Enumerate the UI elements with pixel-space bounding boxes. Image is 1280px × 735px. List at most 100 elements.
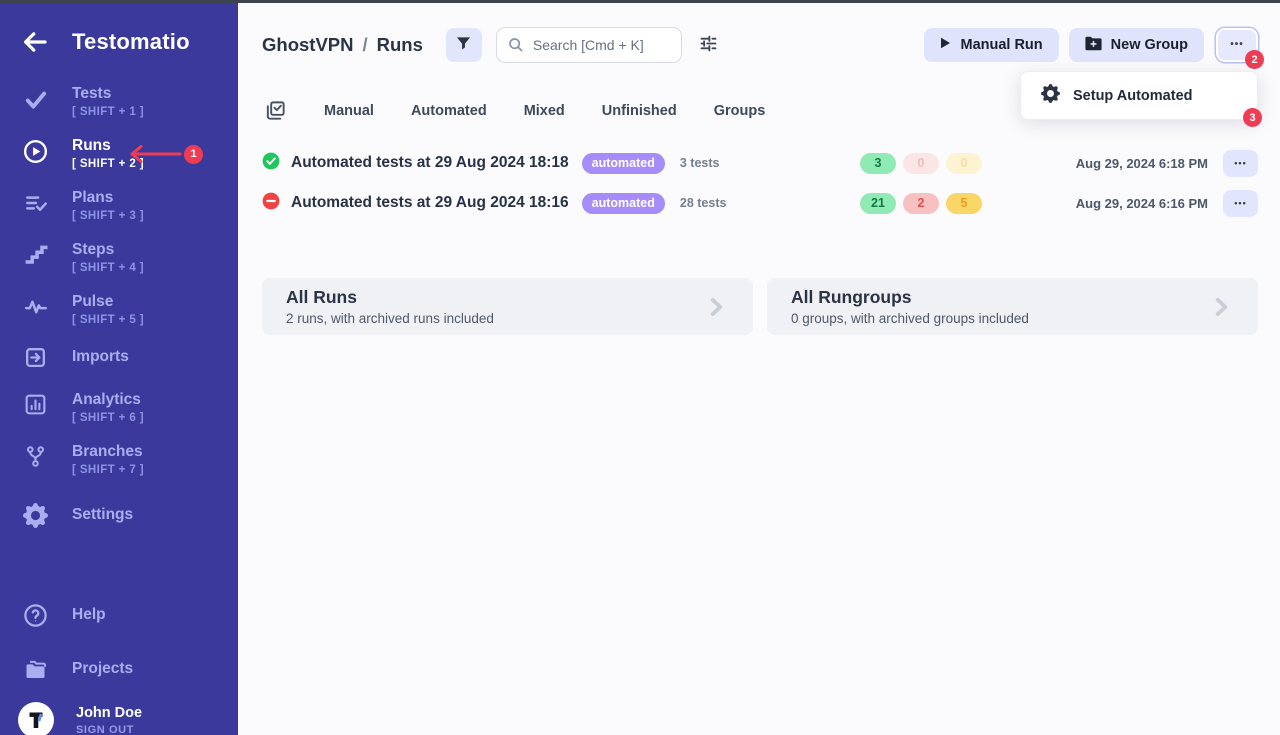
- avatar: [18, 702, 54, 735]
- menu-item-setup-automated[interactable]: Setup Automated: [1073, 88, 1193, 104]
- sidebar-item-steps[interactable]: Steps [ SHIFT + 4 ]: [0, 240, 238, 279]
- card-subtitle: 2 runs, with archived runs included: [286, 311, 494, 326]
- git-branch-icon: [22, 444, 49, 469]
- run-more-button[interactable]: •••: [1223, 150, 1258, 177]
- sidebar-item-branches[interactable]: Branches [ SHIFT + 7 ]: [0, 442, 238, 481]
- sidebar-item-shortcut: [ SHIFT + 5 ]: [72, 314, 144, 326]
- sidebar-item-label: Imports: [72, 347, 129, 367]
- run-row[interactable]: Automated tests at 29 Aug 2024 18:16 aut…: [238, 183, 1280, 223]
- breadcrumb-project[interactable]: GhostVPN: [262, 34, 353, 55]
- annotation-badge-3: 3: [1243, 108, 1262, 127]
- ellipsis-icon: •••: [1234, 198, 1246, 208]
- folder-plus-icon: [1085, 36, 1102, 55]
- red-arrow-icon: [126, 143, 184, 165]
- tab-manual[interactable]: Manual: [324, 103, 374, 119]
- manual-run-button[interactable]: Manual Run: [924, 28, 1058, 62]
- main-content: GhostVPN/Runs Manual Run: [238, 3, 1280, 735]
- sidebar-item-imports[interactable]: Imports: [0, 344, 238, 370]
- play-icon: [940, 37, 951, 53]
- sidebar-item-label: Tests: [72, 84, 144, 104]
- run-more-button[interactable]: •••: [1223, 190, 1258, 217]
- new-group-button[interactable]: New Group: [1069, 28, 1204, 62]
- tab-automated[interactable]: Automated: [411, 103, 487, 119]
- run-title: Automated tests at 29 Aug 2024 18:18: [291, 154, 569, 172]
- sidebar-item-analytics[interactable]: Analytics [ SHIFT + 6 ]: [0, 390, 238, 429]
- new-group-label: New Group: [1111, 37, 1188, 53]
- sidebar-item-help[interactable]: Help: [0, 602, 238, 628]
- search-icon: [507, 36, 524, 53]
- sidebar-item-shortcut: [ SHIFT + 1 ]: [72, 106, 144, 118]
- run-tests-count: 3 tests: [680, 156, 720, 170]
- user-menu[interactable]: John Doe SIGN OUT: [0, 702, 238, 735]
- import-box-icon: [22, 345, 49, 370]
- chevron-right-icon: [703, 292, 729, 322]
- status-failed-icon: [262, 192, 280, 215]
- sign-out-link[interactable]: SIGN OUT: [76, 724, 142, 735]
- sidebar-item-projects[interactable]: Projects: [0, 656, 238, 682]
- folders-icon: [22, 656, 49, 683]
- stairs-icon: [22, 242, 49, 268]
- sidebar-item-label: Steps: [72, 240, 144, 260]
- sidebar-item-shortcut: [ SHIFT + 4 ]: [72, 262, 144, 274]
- more-actions-menu: Setup Automated 3: [1020, 71, 1258, 120]
- stacked-checkbox-icon: [264, 99, 287, 122]
- runs-list: Automated tests at 29 Aug 2024 18:18 aut…: [238, 143, 1280, 223]
- tab-all-runs[interactable]: [264, 99, 287, 122]
- skipped-count-pill: 0: [946, 153, 982, 174]
- sidebar-item-pulse[interactable]: Pulse [ SHIFT + 5 ]: [0, 292, 238, 331]
- failed-count-pill: 2: [903, 193, 939, 214]
- ellipsis-icon: •••: [1230, 39, 1244, 50]
- ellipsis-icon: •••: [1234, 158, 1246, 168]
- passed-count-pill: 21: [860, 193, 896, 214]
- status-passed-icon: [262, 152, 280, 175]
- sidebar-item-tests[interactable]: Tests [ SHIFT + 1 ]: [0, 84, 238, 123]
- breadcrumb-page: Runs: [377, 34, 423, 55]
- annotation-arrow-1: 1: [126, 143, 203, 165]
- sidebar: Testomatio Tests [ SHIFT + 1 ] Runs [ SH…: [0, 3, 238, 735]
- filter-button[interactable]: [446, 28, 482, 62]
- summary-cards: All Runs 2 runs, with archived runs incl…: [262, 278, 1258, 335]
- manual-run-label: Manual Run: [960, 37, 1042, 53]
- annotation-badge-1: 1: [184, 145, 203, 164]
- passed-count-pill: 3: [860, 153, 896, 174]
- chevron-right-icon: [1208, 292, 1234, 322]
- sidebar-item-label: Plans: [72, 188, 144, 208]
- gear-icon: [1041, 84, 1060, 108]
- run-row[interactable]: Automated tests at 29 Aug 2024 18:18 aut…: [238, 143, 1280, 183]
- annotation-badge-2: 2: [1245, 50, 1264, 69]
- all-runs-card[interactable]: All Runs 2 runs, with archived runs incl…: [262, 278, 753, 335]
- sidebar-item-settings[interactable]: Settings: [0, 502, 238, 528]
- tab-unfinished[interactable]: Unfinished: [602, 103, 677, 119]
- adjustments-button[interactable]: [698, 33, 719, 57]
- pulse-icon: [22, 294, 49, 320]
- run-type-badge: automated: [582, 193, 665, 214]
- run-result-pills: 21 2 5: [860, 193, 1048, 214]
- run-type-badge: automated: [582, 153, 665, 174]
- tab-mixed[interactable]: Mixed: [524, 103, 565, 119]
- sidebar-item-label: Analytics: [72, 390, 144, 410]
- gear-icon: [22, 503, 49, 528]
- help-circle-icon: [22, 602, 49, 629]
- run-date: Aug 29, 2024 6:18 PM: [1056, 156, 1208, 171]
- search-box: [496, 27, 682, 63]
- check-icon: [22, 86, 49, 112]
- sidebar-item-label: Branches: [72, 442, 144, 462]
- back-arrow-icon[interactable]: [20, 27, 50, 57]
- all-rungroups-card[interactable]: All Rungroups 0 groups, with archived gr…: [767, 278, 1258, 335]
- run-date: Aug 29, 2024 6:16 PM: [1056, 196, 1208, 211]
- tab-groups[interactable]: Groups: [714, 103, 766, 119]
- sidebar-item-shortcut: [ SHIFT + 7 ]: [72, 464, 144, 476]
- sidebar-item-shortcut: [ SHIFT + 3 ]: [72, 210, 144, 222]
- run-result-pills: 3 0 0: [860, 153, 1048, 174]
- funnel-icon: [455, 35, 472, 55]
- card-title: All Rungroups: [791, 287, 1029, 308]
- skipped-count-pill: 5: [946, 193, 982, 214]
- sidebar-brand: Testomatio: [0, 27, 238, 57]
- sidebar-item-label: Projects: [72, 659, 133, 679]
- failed-count-pill: 0: [903, 153, 939, 174]
- sidebar-item-plans[interactable]: Plans [ SHIFT + 3 ]: [0, 188, 238, 227]
- card-subtitle: 0 groups, with archived groups included: [791, 311, 1029, 326]
- sidebar-item-shortcut: [ SHIFT + 6 ]: [72, 412, 144, 424]
- page-header: GhostVPN/Runs Manual Run: [262, 27, 1258, 63]
- run-title: Automated tests at 29 Aug 2024 18:16: [291, 194, 569, 212]
